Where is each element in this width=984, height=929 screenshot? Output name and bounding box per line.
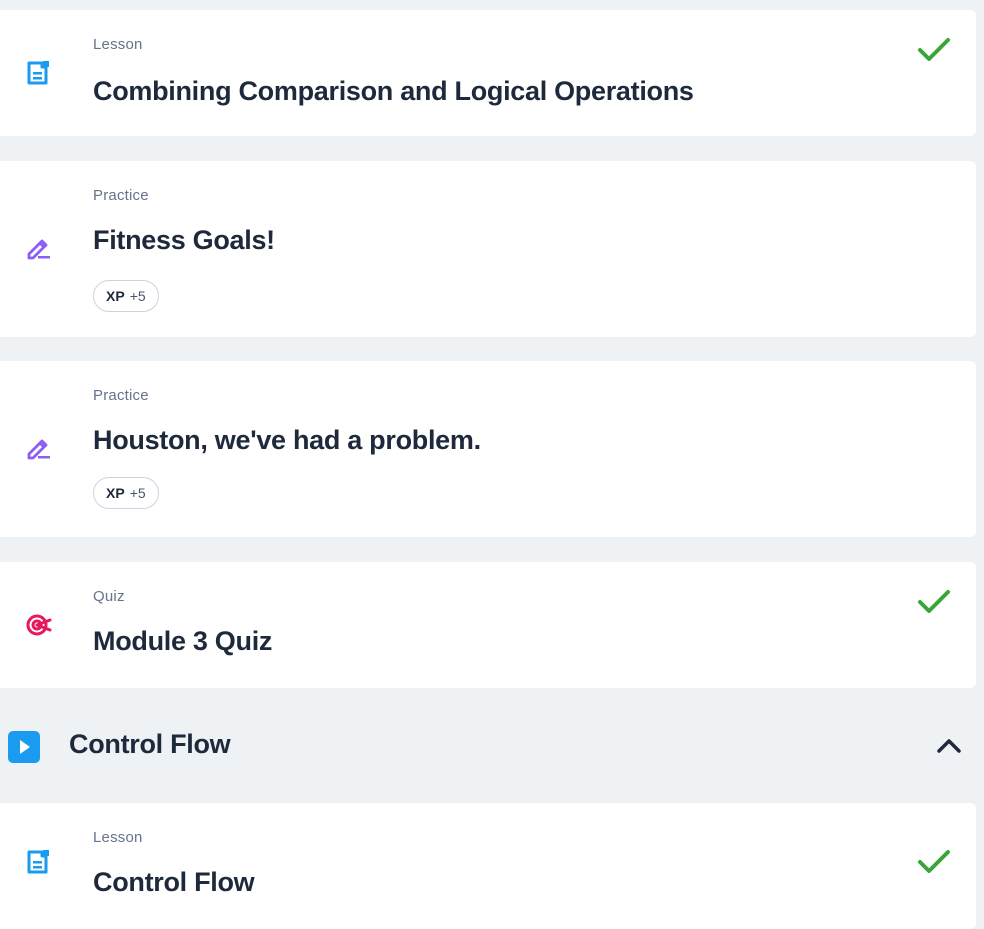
chevron-up-icon[interactable] (934, 735, 964, 757)
item-title[interactable]: Module 3 Quiz (93, 626, 272, 657)
xp-label: XP (106, 485, 125, 501)
item-type-label: Practice (93, 187, 149, 204)
item-title[interactable]: Combining Comparison and Logical Operati… (93, 76, 694, 107)
item-type-label: Lesson (93, 36, 143, 53)
xp-badge: XP +5 (93, 280, 159, 312)
quiz-target-icon (26, 614, 52, 636)
play-icon (8, 731, 40, 763)
lesson-doc-icon (27, 850, 49, 874)
item-title[interactable]: Control Flow (93, 867, 255, 898)
item-title[interactable]: Fitness Goals! (93, 225, 275, 256)
content-item-practice[interactable]: Practice Houston, we've had a problem. X… (0, 361, 976, 537)
content-item-lesson[interactable]: Lesson Combining Comparison and Logical … (0, 10, 976, 136)
completed-check-icon (918, 38, 950, 61)
section-header-control-flow[interactable]: Control Flow (0, 718, 984, 776)
completed-check-icon (918, 850, 950, 873)
practice-pencil-icon (27, 239, 50, 260)
xp-label: XP (106, 288, 125, 304)
content-item-quiz[interactable]: Quiz Module 3 Quiz (0, 562, 976, 688)
practice-pencil-icon (27, 439, 50, 460)
item-title[interactable]: Houston, we've had a problem. (93, 425, 481, 456)
content-item-practice[interactable]: Practice Fitness Goals! XP +5 (0, 161, 976, 337)
item-type-label: Lesson (93, 829, 143, 846)
xp-badge: XP +5 (93, 477, 159, 509)
item-type-label: Practice (93, 387, 149, 404)
xp-value: +5 (129, 288, 146, 304)
completed-check-icon (918, 590, 950, 613)
item-type-label: Quiz (93, 588, 125, 605)
content-item-lesson[interactable]: Lesson Control Flow (0, 803, 976, 929)
xp-value: +5 (129, 485, 146, 501)
section-title: Control Flow (69, 729, 231, 759)
lesson-doc-icon (27, 61, 49, 85)
